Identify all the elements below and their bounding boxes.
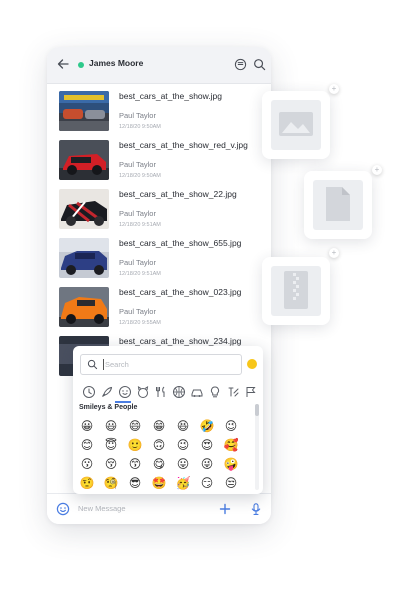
- add-archive-icon[interactable]: +: [329, 248, 339, 258]
- timestamp: 12/18/20 9:50AM: [119, 173, 161, 179]
- emoji-search-placeholder: Search: [105, 360, 129, 369]
- message-input[interactable]: New Message: [78, 504, 126, 513]
- timestamp: 12/18/20 9:51AM: [119, 271, 161, 277]
- emoji[interactable]: 😚: [103, 456, 119, 472]
- emoji[interactable]: 😜: [199, 456, 215, 472]
- file-name[interactable]: best_cars_at_the_show_red_v.jpg: [119, 140, 248, 150]
- image-attachment-tile[interactable]: [262, 91, 330, 159]
- flag-icon[interactable]: [244, 385, 258, 399]
- emoji[interactable]: 🧐: [103, 475, 119, 491]
- sender-name: Paul Taylor: [119, 209, 156, 218]
- sports-ball-icon[interactable]: [172, 385, 186, 399]
- emoji-scrollbar-track[interactable]: [255, 404, 259, 490]
- emoji[interactable]: 😇: [103, 437, 119, 453]
- emoji[interactable]: 😎: [127, 475, 143, 491]
- emoji-category-bar: [80, 385, 256, 399]
- online-status-dot: [78, 62, 84, 68]
- sender-name: Paul Taylor: [119, 258, 156, 267]
- search-icon[interactable]: [253, 58, 266, 71]
- skin-tone-selector[interactable]: [247, 359, 257, 369]
- animal-icon[interactable]: [136, 385, 150, 399]
- emoji-search-input[interactable]: Search: [80, 354, 242, 375]
- symbols-icon[interactable]: [226, 385, 240, 399]
- file-name[interactable]: best_cars_at_the_show_655.jpg: [119, 238, 241, 248]
- car-icon[interactable]: [190, 385, 204, 399]
- file-thumbnail[interactable]: [59, 238, 109, 278]
- back-arrow-icon[interactable]: [56, 57, 70, 71]
- emoji[interactable]: 😊: [79, 437, 95, 453]
- emoji[interactable]: 🤩: [151, 475, 167, 491]
- file-thumbnail[interactable]: [59, 189, 109, 229]
- emoji[interactable]: 🥰: [223, 437, 239, 453]
- emoji[interactable]: 😏: [199, 475, 215, 491]
- file-name[interactable]: best_cars_at_the_show_234.jpg: [119, 336, 241, 346]
- sender-name: Paul Taylor: [119, 307, 156, 316]
- document-attachment-tile[interactable]: [304, 171, 372, 239]
- emoji-section-title: Smileys & People: [79, 404, 138, 411]
- document-file-icon: [326, 187, 350, 221]
- emoji[interactable]: 😃: [103, 418, 119, 434]
- emoji[interactable]: 😒: [223, 475, 239, 491]
- chat-header: James Moore: [47, 47, 271, 84]
- file-item[interactable]: best_cars_at_the_show_22.jpg Paul Taylor…: [47, 181, 271, 230]
- emoji[interactable]: 😉: [175, 437, 191, 453]
- timestamp: 12/18/20 9:51AM: [119, 222, 161, 228]
- timestamp: 12/18/20 9:55AM: [119, 320, 161, 326]
- emoji[interactable]: 🤣: [199, 418, 215, 434]
- smiley-icon[interactable]: [56, 502, 70, 516]
- active-category-indicator: [115, 401, 131, 403]
- file-thumbnail[interactable]: [59, 91, 109, 131]
- emoji[interactable]: 😋: [151, 456, 167, 472]
- image-file-icon: [279, 112, 313, 136]
- add-image-icon[interactable]: +: [329, 84, 339, 94]
- emoji[interactable]: 😙: [127, 456, 143, 472]
- search-icon: [87, 359, 98, 370]
- lightbulb-icon[interactable]: [208, 385, 222, 399]
- microphone-icon[interactable]: [249, 502, 263, 516]
- food-utensils-icon[interactable]: [154, 385, 168, 399]
- emoji[interactable]: 😗: [79, 456, 95, 472]
- emoji[interactable]: 😀: [79, 418, 95, 434]
- file-thumbnail[interactable]: [59, 140, 109, 180]
- text-caret: [103, 359, 104, 370]
- file-item[interactable]: best_cars_at_the_show_red_v.jpg Paul Tay…: [47, 132, 271, 181]
- emoji-scrollbar-thumb[interactable]: [255, 404, 259, 416]
- file-name[interactable]: best_cars_at_the_show.jpg: [119, 91, 222, 101]
- timestamp: 12/18/20 9:50AM: [119, 124, 161, 130]
- emoji[interactable]: 😍: [199, 437, 215, 453]
- file-item[interactable]: best_cars_at_the_show_655.jpg Paul Taylo…: [47, 230, 271, 279]
- message-composer: New Message: [47, 493, 271, 524]
- emoji[interactable]: 😉: [223, 418, 239, 434]
- file-thumbnail[interactable]: [59, 287, 109, 327]
- emoji[interactable]: 🥳: [175, 475, 191, 491]
- emoji[interactable]: 🤪: [223, 456, 239, 472]
- emoji[interactable]: 😄: [127, 418, 143, 434]
- contact-name[interactable]: James Moore: [89, 58, 143, 68]
- recent-clock-icon[interactable]: [82, 385, 96, 399]
- zip-archive-icon: [284, 271, 308, 309]
- sender-name: Paul Taylor: [119, 111, 156, 120]
- sender-name: Paul Taylor: [119, 160, 156, 169]
- emoji-picker: Search Smileys & People 😀 😃 😄 😁 😆 🤣 😉 😊 …: [73, 346, 263, 494]
- file-item[interactable]: best_cars_at_the_show_023.jpg Paul Taylo…: [47, 279, 271, 328]
- zip-attachment-tile[interactable]: [262, 257, 330, 325]
- emoji[interactable]: 🤨: [79, 475, 95, 491]
- file-name[interactable]: best_cars_at_the_show_023.jpg: [119, 287, 241, 297]
- emoji[interactable]: 😆: [175, 418, 191, 434]
- rocket-icon[interactable]: [100, 385, 114, 399]
- chat-bubble-icon[interactable]: [234, 58, 247, 71]
- emoji[interactable]: 😁: [151, 418, 167, 434]
- emoji[interactable]: 🙂: [127, 437, 143, 453]
- emoji[interactable]: 🙃: [151, 437, 167, 453]
- file-name[interactable]: best_cars_at_the_show_22.jpg: [119, 189, 237, 199]
- smiley-icon[interactable]: [118, 385, 132, 399]
- add-document-icon[interactable]: +: [372, 165, 382, 175]
- plus-icon[interactable]: [218, 502, 232, 516]
- file-item[interactable]: best_cars_at_the_show.jpg Paul Taylor 12…: [47, 83, 271, 132]
- emoji[interactable]: 😛: [175, 456, 191, 472]
